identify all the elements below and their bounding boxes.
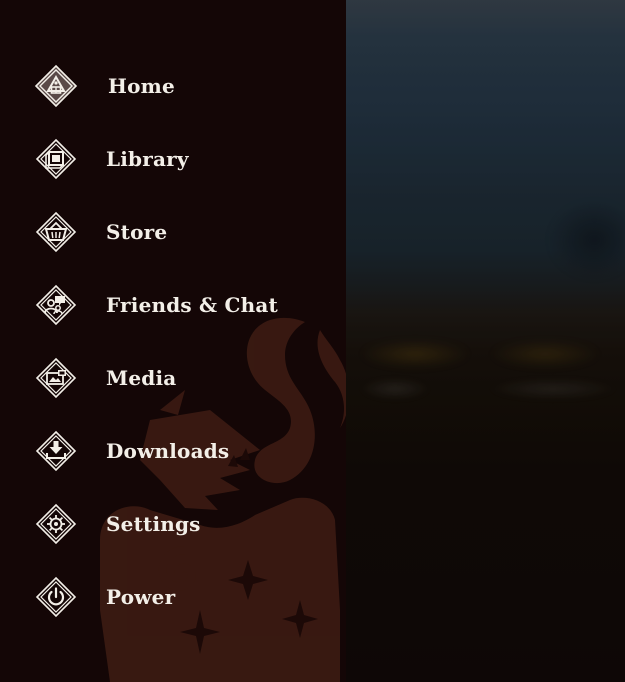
- app-screen: Home Library Store Friends & Chat Media …: [0, 0, 625, 682]
- menu-item-label: Home: [108, 74, 175, 98]
- menu-item-friends-chat[interactable]: Friends & Chat: [34, 283, 278, 327]
- menu-item-label: Settings: [106, 512, 201, 536]
- side-menu: Home Library Store Friends & Chat Media …: [0, 0, 346, 682]
- menu-item-label: Library: [106, 147, 189, 171]
- settings-icon: [35, 503, 77, 545]
- menu-item-downloads[interactable]: Downloads: [34, 429, 229, 473]
- menu-item-media[interactable]: Media: [34, 356, 176, 400]
- menu-item-home[interactable]: Home: [34, 64, 175, 108]
- menu-item-label: Friends & Chat: [106, 293, 278, 317]
- library-icon: [35, 138, 77, 180]
- friends-chat-icon: [35, 284, 77, 326]
- menu-item-library[interactable]: Library: [34, 137, 189, 181]
- menu-item-label: Media: [106, 366, 177, 390]
- menu-item-settings[interactable]: Settings: [34, 502, 201, 546]
- menu-item-label: Power: [106, 585, 176, 609]
- home-icon: [34, 64, 78, 108]
- menu-item-label: Store: [106, 220, 168, 244]
- menu-item-label: Downloads: [106, 439, 230, 463]
- store-basket-icon: [35, 211, 77, 253]
- menu-item-store[interactable]: Store: [34, 210, 167, 254]
- download-icon: [35, 430, 77, 472]
- media-icon: [35, 357, 77, 399]
- power-icon: [35, 576, 77, 618]
- background-dim-overlay: [346, 0, 625, 682]
- menu-item-power[interactable]: Power: [34, 575, 175, 619]
